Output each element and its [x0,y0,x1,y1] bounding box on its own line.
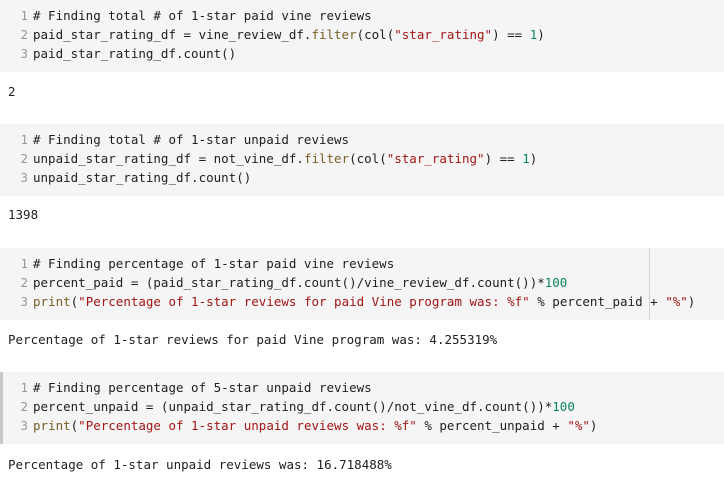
code-line: 3 paid_star_rating_df.count() [0,44,724,63]
code-line: 2 unpaid_star_rating_df = not_vine_df.fil… [0,149,724,168]
code-token: paid_star_rating_df.count() [33,46,237,61]
code-token: ) [537,27,545,42]
code-token: # Finding percentage of 1-star paid vine… [33,256,395,271]
code-line: 2 percent_paid = (paid_star_rating_df.cou… [0,273,724,292]
line-number: 1 [20,256,28,271]
cell-output-2: 1398 [8,207,39,222]
line-number: 1 [20,380,28,395]
code-token: # Finding total # of 1-star paid vine re… [33,8,372,23]
code-cell-3[interactable]: 1 # Finding percentage of 1-star paid vin… [0,248,724,320]
line-number: 2 [20,27,28,42]
code-line: 3 unpaid_star_rating_df.count() [0,168,724,187]
line-number: 2 [20,151,28,166]
code-token: percent_paid = (paid_star_rating_df.coun… [33,275,545,290]
code-token: ) [687,294,696,309]
code-line: 2 paid_star_rating_df = vine_review_df.fi… [0,25,724,44]
code-token: 100 [544,275,568,290]
cell-output-3: Percentage of 1-star reviews for paid Vi… [8,332,498,347]
code-token: "Percentage of 1-star reviews for paid V… [78,294,530,309]
line-number: 2 [20,399,28,414]
code-line: 3 print("Percentage of 1-star unpaid revi… [0,416,724,435]
code-token: # Finding percentage of 5-star unpaid re… [33,380,372,395]
code-token: ) == [484,151,523,166]
code-token: ) [589,418,598,433]
code-token: "star_rating" [386,151,485,166]
code-token: % percent_unpaid + [416,418,568,433]
code-line: 3 print("Percentage of 1-star reviews for… [0,292,724,311]
code-token: print [33,294,71,309]
code-editor-3[interactable]: 1 # Finding percentage of 1-star paid vin… [0,248,724,320]
code-cell-4[interactable]: 1 # Finding percentage of 5-star unpaid r… [0,372,724,444]
code-token: ) == [492,27,530,42]
code-token: 100 [552,399,575,414]
code-token: "star_rating" [394,27,493,42]
code-line: 1 # Finding total # of 1-star unpaid revi… [0,130,724,149]
code-line: 1 # Finding percentage of 5-star unpaid r… [0,378,724,397]
code-token: unpaid_star_rating_df = not_vine_df. [33,151,304,166]
code-token: filter [303,151,350,166]
code-token: "%" [567,418,590,433]
cell-output-1: 2 [8,84,16,99]
code-token: (col( [349,151,387,166]
code-token: filter [311,27,357,42]
code-line: 1 # Finding percentage of 1-star paid vin… [0,254,724,273]
code-editor-4[interactable]: 1 # Finding percentage of 5-star unpaid r… [0,372,724,444]
line-number: 1 [20,132,28,147]
line-number: 3 [20,46,28,61]
code-token: percent_unpaid = (unpaid_star_rating_df.… [33,399,553,414]
code-line: 1 # Finding total # of 1-star paid vine r… [0,6,724,25]
code-cell-1[interactable]: 1 # Finding total # of 1-star paid vine r… [0,0,724,72]
code-token: print [33,418,71,433]
line-number: 1 [20,8,28,23]
code-token: "%" [665,294,688,309]
code-token: paid_star_rating_df = vine_review_df. [33,27,312,42]
code-editor-2[interactable]: 1 # Finding total # of 1-star unpaid revi… [0,124,724,196]
line-number: 3 [20,418,28,433]
code-token: # Finding total # of 1-star unpaid revie… [33,132,350,147]
cell-output-4: Percentage of 1-star unpaid reviews was:… [8,457,392,472]
line-number: 3 [20,170,28,185]
code-cell-2[interactable]: 1 # Finding total # of 1-star unpaid revi… [0,124,724,196]
code-token: 1 [522,151,530,166]
code-token: % percent_paid + [529,294,666,309]
code-token: unpaid_star_rating_df.count() [33,170,252,185]
code-token: ) [529,151,538,166]
code-editor-1[interactable]: 1 # Finding total # of 1-star paid vine r… [0,0,724,72]
line-number: 3 [20,294,28,309]
code-line: 2 percent_unpaid = (unpaid_star_rating_df… [0,397,724,416]
code-token: "Percentage of 1-star unpaid reviews was… [78,418,417,433]
code-token: (col( [356,27,395,42]
line-number: 2 [20,275,28,290]
